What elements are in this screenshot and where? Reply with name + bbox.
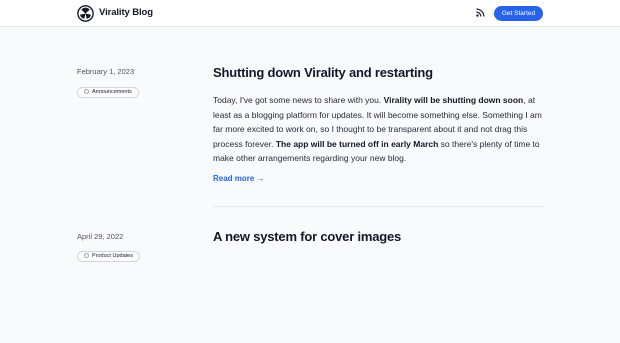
post-date: February 1, 2023 xyxy=(77,67,135,76)
post-title[interactable]: A new system for cover images xyxy=(213,229,401,244)
post-divider xyxy=(213,206,543,207)
post-excerpt: Today, I've got some news to share with … xyxy=(213,93,543,166)
tag-announcements[interactable]: Announcements xyxy=(77,87,139,98)
tag-circle-icon xyxy=(84,252,89,258)
triskelion-logo-icon[interactable] xyxy=(77,5,94,22)
site-header: Virality Blog Get Started xyxy=(0,0,620,27)
tag-circle-icon xyxy=(84,88,89,94)
post-title[interactable]: Shutting down Virality and restarting xyxy=(213,65,433,80)
tag-label: Product Updates xyxy=(92,253,133,259)
tag-product-updates[interactable]: Product Updates xyxy=(77,251,140,262)
read-more-link[interactable]: Read more → xyxy=(213,174,265,183)
get-started-button[interactable]: Get Started xyxy=(494,6,543,21)
brand-name[interactable]: Virality Blog xyxy=(99,7,153,18)
excerpt-highlight: The app will be turned off in early Marc… xyxy=(275,138,439,149)
excerpt-highlight: Virality will be shutting down soon xyxy=(383,95,524,105)
tag-label: Announcements xyxy=(92,89,132,95)
excerpt-text: Today, I've got some news to share with … xyxy=(213,95,384,105)
post-date: April 29, 2022 xyxy=(77,232,124,241)
rss-icon[interactable] xyxy=(476,8,485,17)
